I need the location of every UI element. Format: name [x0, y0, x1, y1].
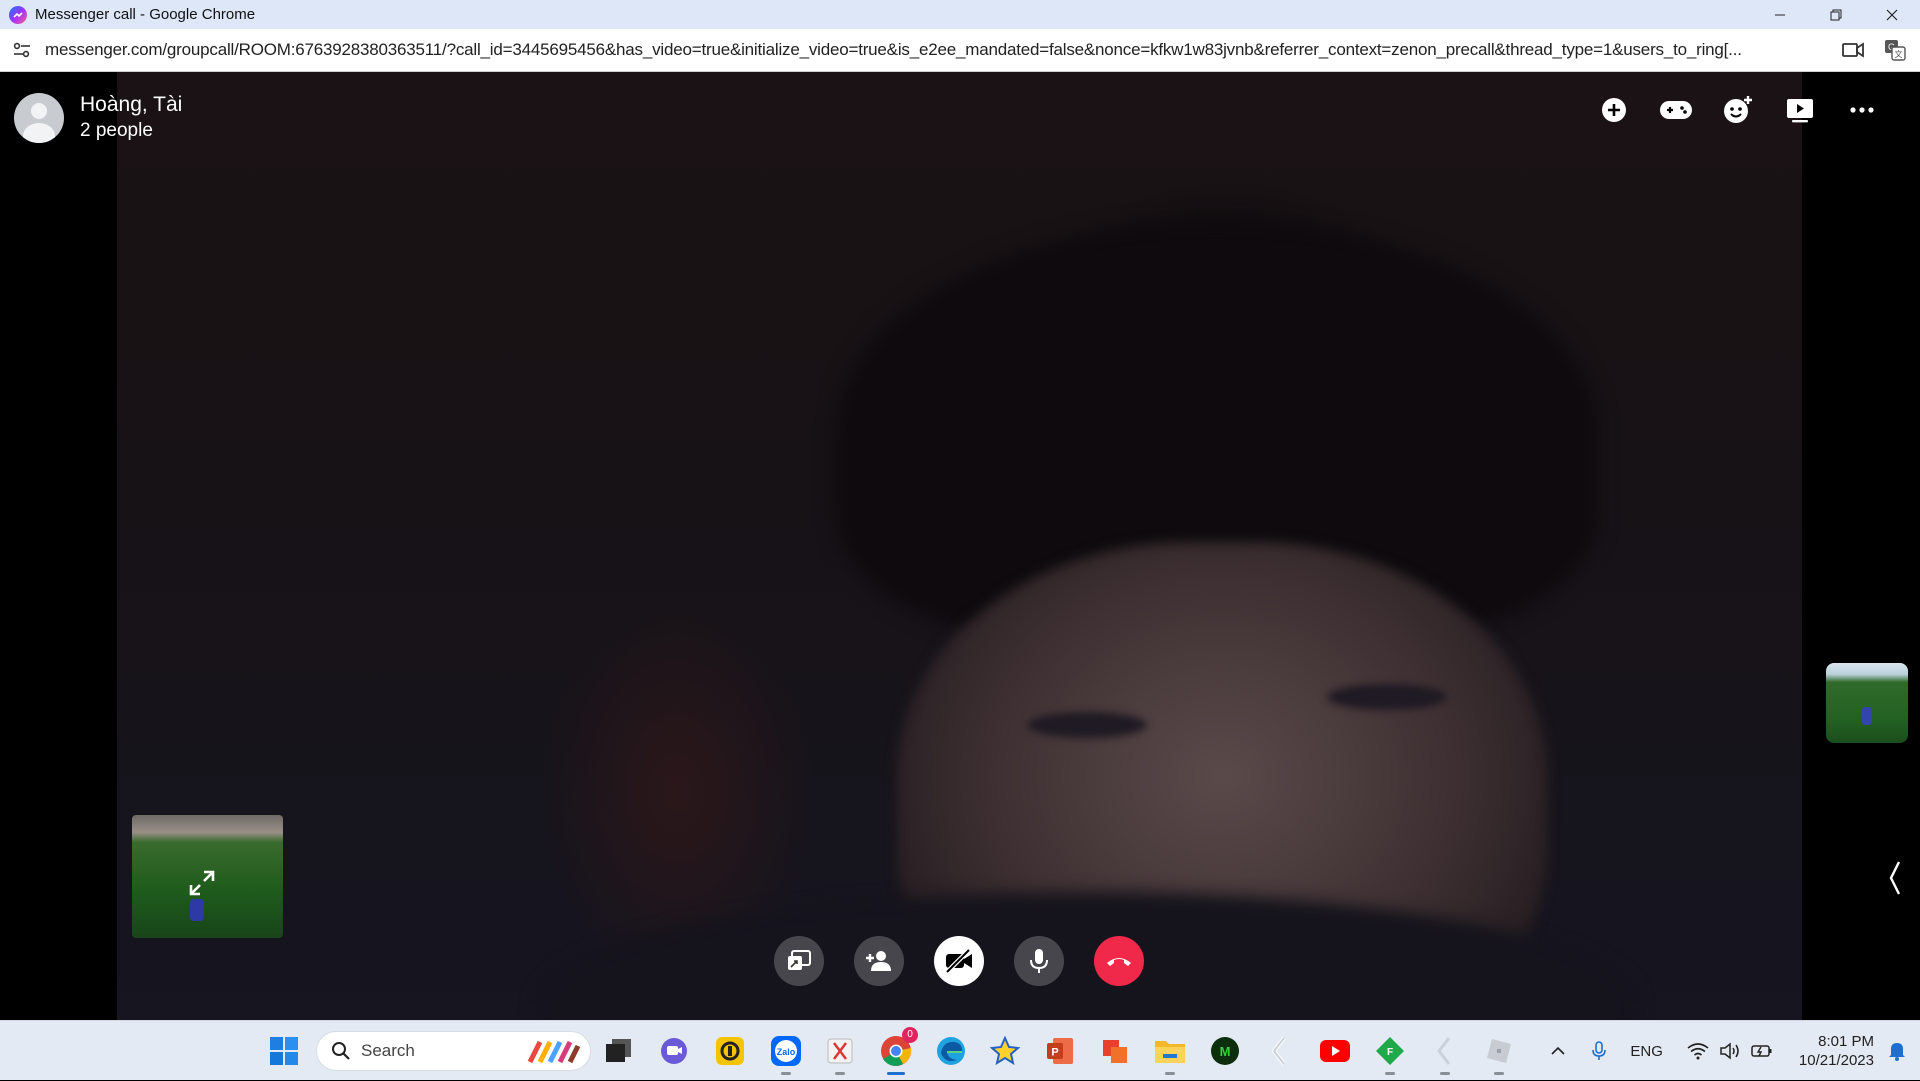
- wifi-icon[interactable]: [1687, 1042, 1709, 1060]
- snipping-tool-icon[interactable]: [822, 1033, 858, 1075]
- app-yellow-icon[interactable]: [712, 1033, 748, 1069]
- file-explorer-icon[interactable]: [1152, 1033, 1188, 1075]
- video-eye-shape: [1027, 712, 1147, 738]
- svg-text:M: M: [1220, 1044, 1231, 1059]
- notification-bell-icon[interactable]: [1888, 1041, 1906, 1061]
- system-tray: ENG 8:01 PM 10/21/2023: [1550, 1021, 1920, 1081]
- effects-icon[interactable]: [1720, 92, 1756, 128]
- powerpoint-icon[interactable]: P: [1042, 1033, 1078, 1069]
- restore-button[interactable]: [1808, 0, 1864, 29]
- edge-icon[interactable]: [933, 1033, 969, 1069]
- microphone-tray-icon[interactable]: [1592, 1041, 1607, 1061]
- clock-date: 10/21/2023: [1798, 1052, 1874, 1069]
- zalo-icon[interactable]: Zalo: [768, 1033, 804, 1075]
- minimize-button[interactable]: [1752, 0, 1808, 29]
- search-icon: [331, 1041, 351, 1061]
- call-controls: [774, 936, 1144, 986]
- share-screen-button[interactable]: [774, 936, 824, 986]
- language-indicator[interactable]: ENG: [1630, 1043, 1663, 1060]
- call-area: Hoàng, Tài 2 people: [0, 72, 1920, 1020]
- taskbar: Search Zalo 0 P M F ENG 8:01 PM 10/21/20…: [0, 1020, 1920, 1080]
- call-title: Hoàng, Tài: [80, 93, 183, 116]
- chevron-up-icon[interactable]: [1550, 1046, 1566, 1056]
- app-feather-icon[interactable]: [1262, 1033, 1298, 1069]
- camera-in-use-icon[interactable]: [1842, 39, 1864, 66]
- window-titlebar: Messenger call - Google Chrome: [0, 0, 1920, 29]
- roblox-icon[interactable]: [1481, 1033, 1517, 1075]
- youtube-icon[interactable]: [1317, 1033, 1353, 1069]
- search-label: Search: [361, 1041, 415, 1060]
- messenger-icon: [9, 5, 27, 24]
- gamepad-icon[interactable]: [1658, 92, 1694, 128]
- close-button[interactable]: [1864, 0, 1920, 29]
- add-icon[interactable]: [1596, 92, 1632, 128]
- watch-together-icon[interactable]: [1782, 92, 1818, 128]
- clock[interactable]: 8:01 PM 10/21/2023: [1799, 1032, 1874, 1070]
- game-character-shape: [1862, 707, 1872, 725]
- address-bar[interactable]: messenger.com/groupcall/ROOM:67639283803…: [0, 29, 1920, 72]
- chrome-badge: 0: [902, 1027, 918, 1043]
- participant-thumbnail[interactable]: [1826, 663, 1908, 743]
- chevron-left-icon[interactable]: [1884, 858, 1906, 898]
- chrome-icon[interactable]: 0: [878, 1027, 918, 1075]
- self-view-thumbnail[interactable]: [132, 815, 283, 938]
- app-feather-icon-2[interactable]: [1427, 1033, 1463, 1075]
- camera-off-button[interactable]: [934, 936, 984, 986]
- windows-start-icon[interactable]: [266, 1033, 302, 1069]
- window-title: Messenger call - Google Chrome: [35, 6, 256, 23]
- site-info-icon[interactable]: [11, 42, 33, 58]
- video-eye-shape: [1327, 684, 1447, 710]
- remote-video: [117, 72, 1802, 1020]
- office-icon[interactable]: [1097, 1033, 1133, 1069]
- svg-text:Zalo: Zalo: [777, 1047, 796, 1057]
- game-app-icon[interactable]: M: [1207, 1033, 1243, 1069]
- svg-text:F: F: [1387, 1047, 1393, 1058]
- call-header: Hoàng, Tài 2 people: [14, 92, 182, 144]
- translate-icon[interactable]: G文: [1884, 39, 1906, 66]
- search-highlight-icon: [526, 1038, 582, 1066]
- microphone-button[interactable]: [1014, 936, 1064, 986]
- volume-icon[interactable]: [1719, 1042, 1741, 1060]
- teams-chat-icon[interactable]: [656, 1033, 692, 1069]
- app-green-diamond-icon[interactable]: F: [1372, 1033, 1408, 1075]
- expand-icon[interactable]: [182, 863, 222, 903]
- top-actions: [1596, 92, 1880, 128]
- battery-icon[interactable]: [1751, 1043, 1773, 1059]
- end-call-button[interactable]: [1094, 936, 1144, 986]
- svg-text:P: P: [1051, 1047, 1058, 1059]
- call-participants-count: 2 people: [80, 120, 153, 141]
- taskbar-search[interactable]: Search: [316, 1031, 591, 1071]
- clock-time: 8:01 PM: [1818, 1033, 1874, 1050]
- add-person-button[interactable]: [854, 936, 904, 986]
- favorites-star-icon[interactable]: [987, 1033, 1023, 1069]
- task-view-icon[interactable]: [601, 1033, 637, 1069]
- more-icon[interactable]: [1844, 92, 1880, 128]
- svg-text:文: 文: [1895, 49, 1903, 59]
- url-text[interactable]: messenger.com/groupcall/ROOM:67639283803…: [45, 40, 1831, 60]
- avatar[interactable]: [14, 93, 64, 143]
